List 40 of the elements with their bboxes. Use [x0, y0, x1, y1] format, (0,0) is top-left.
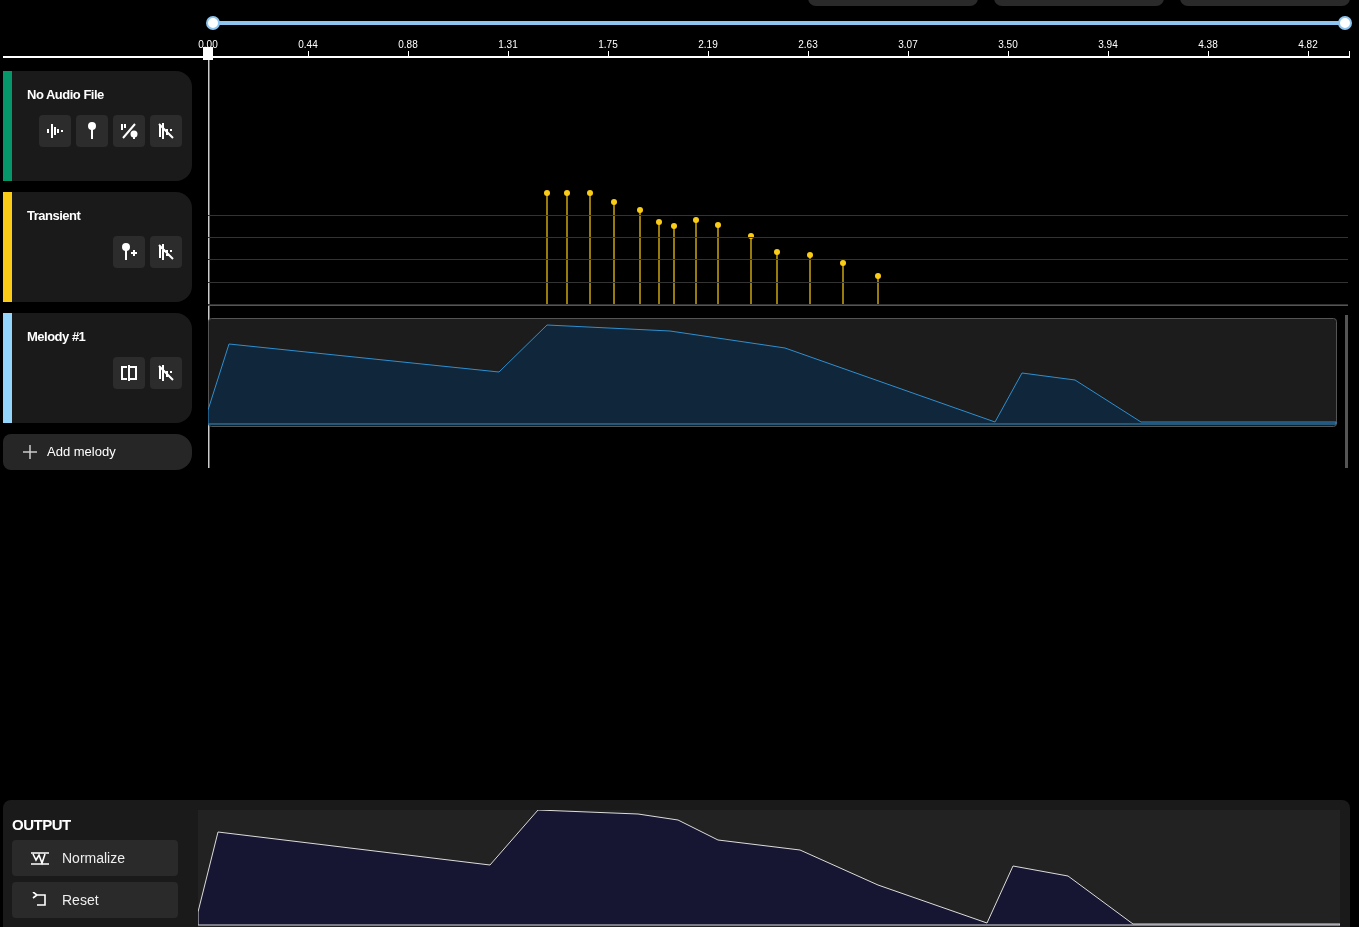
tick-label: 4.82: [1298, 39, 1318, 50]
tick-label: 4.38: [1198, 39, 1218, 50]
track-tool-button[interactable]: [39, 114, 71, 147]
track-tool-button[interactable]: [150, 114, 182, 147]
tick-label: 1.31: [498, 39, 518, 50]
normalize-icon: [30, 850, 50, 866]
track-title: Melody #1: [27, 328, 86, 347]
track-tool-button[interactable]: [113, 356, 145, 389]
tick-label: 0.44: [298, 39, 318, 50]
normalize-button[interactable]: Normalize: [12, 840, 178, 876]
track-tool-button[interactable]: [113, 114, 145, 147]
track-title: No Audio File: [27, 86, 104, 104]
tick-label: 2.19: [698, 39, 718, 50]
track-header[interactable]: Transient: [3, 192, 192, 303]
tick-label: 3.94: [1098, 39, 1118, 50]
track-tool-button[interactable]: [150, 235, 182, 268]
track-tool-button[interactable]: [150, 356, 182, 389]
pin-plus-icon: [119, 241, 139, 262]
track-tool-button[interactable]: [76, 114, 108, 147]
track-tool-button[interactable]: [113, 235, 145, 268]
range-start-handle[interactable]: [206, 16, 220, 30]
waveform-slash-icon: [156, 241, 176, 262]
bracket-icon: [119, 362, 139, 383]
track-header[interactable]: No Audio File: [3, 71, 192, 182]
range-end-handle[interactable]: [1338, 16, 1352, 30]
waveform-slash-icon: [156, 120, 176, 141]
add-melody-button[interactable]: Add melody: [3, 434, 192, 470]
tick-label: 0.88: [398, 39, 418, 50]
scrollbar[interactable]: [1345, 315, 1348, 468]
reset-button[interactable]: Reset: [12, 882, 178, 918]
tick-label: 3.50: [998, 39, 1018, 50]
waveform-slash-icon: [156, 362, 176, 383]
output-title: OUTPUT: [12, 815, 71, 835]
tick-label: 3.07: [898, 39, 918, 50]
tick-label: 2.63: [798, 39, 818, 50]
tick-label: 1.75: [598, 39, 618, 50]
plus-icon: [23, 445, 37, 460]
playhead-handle[interactable]: [203, 47, 213, 60]
track-title: Transient: [27, 207, 81, 226]
track-header[interactable]: Melody #1: [3, 313, 192, 424]
